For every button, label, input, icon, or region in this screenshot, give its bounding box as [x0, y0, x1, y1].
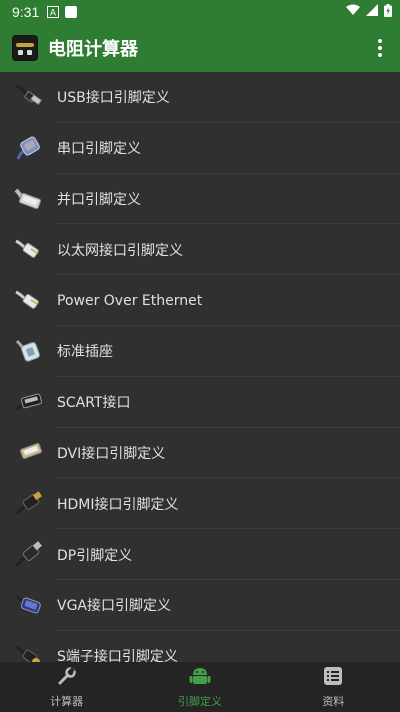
more-vert-icon — [378, 39, 382, 57]
wrench-icon — [57, 666, 77, 690]
list-item-label: 标准插座 — [57, 344, 113, 361]
status-bar: 9:31 A — [0, 0, 400, 24]
svideo-cable-icon — [14, 641, 44, 662]
hdmi-cable-icon — [14, 489, 44, 519]
list-item-socket[interactable]: 标准插座 — [0, 326, 400, 377]
overflow-menu-button[interactable] — [360, 24, 400, 72]
list-item-ethernet[interactable]: 以太网接口引脚定义 — [0, 224, 400, 275]
displayport-cable-icon — [14, 540, 44, 570]
nav-item-label: 引脚定义 — [177, 694, 222, 708]
poe-cable-icon — [14, 286, 44, 316]
list-item-label: DP引脚定义 — [57, 547, 133, 564]
list-item-label: USB接口引脚定义 — [57, 90, 170, 107]
connector-list[interactable]: USB接口引脚定义 串口引脚定义 并口引脚定义 以太网接口引脚定义 Power … — [0, 72, 400, 662]
list-item-usb[interactable]: USB接口引脚定义 — [0, 72, 400, 123]
list-item-label: 串口引脚定义 — [57, 141, 141, 158]
ethernet-cable-icon — [14, 235, 44, 265]
list-item-poe[interactable]: Power Over Ethernet — [0, 275, 400, 326]
list-item-scart[interactable]: SCART接口 — [0, 377, 400, 428]
nav-item-calculator[interactable]: 计算器 — [0, 662, 133, 712]
list-item-vga[interactable]: VGA接口引脚定义 — [0, 580, 400, 631]
list-item-label: HDMI接口引脚定义 — [57, 496, 179, 513]
nav-item-label: 计算器 — [50, 694, 84, 708]
svg-text:A: A — [50, 9, 57, 19]
android-icon — [189, 666, 211, 690]
signal-icon — [366, 4, 378, 20]
list-icon — [323, 666, 343, 690]
list-item-parallel[interactable]: 并口引脚定义 — [0, 174, 400, 225]
list-item-dp[interactable]: DP引脚定义 — [0, 529, 400, 580]
app-logo-icon — [12, 35, 38, 61]
list-item-label: S端子接口引脚定义 — [57, 649, 178, 662]
list-item-svideo[interactable]: S端子接口引脚定义 — [0, 631, 400, 662]
list-item-label: DVI接口引脚定义 — [57, 445, 166, 462]
dvi-cable-icon — [14, 438, 44, 468]
list-item-label: 以太网接口引脚定义 — [57, 242, 183, 259]
list-item-hdmi[interactable]: HDMI接口引脚定义 — [0, 478, 400, 529]
bottom-navigation: 计算器 引脚定义 资料 — [0, 662, 400, 712]
battery-icon — [384, 3, 392, 21]
serial-port-icon — [14, 133, 44, 163]
parallel-port-icon — [14, 184, 44, 214]
list-item-serial[interactable]: 串口引脚定义 — [0, 123, 400, 174]
scart-cable-icon — [14, 387, 44, 417]
list-item-label: 并口引脚定义 — [57, 191, 141, 208]
list-item-dvi[interactable]: DVI接口引脚定义 — [0, 428, 400, 479]
wifi-icon — [346, 4, 360, 20]
usb-cable-icon — [14, 82, 44, 112]
page-title: 电阻计算器 — [48, 39, 138, 60]
nav-item-label: 资料 — [322, 694, 345, 708]
app-bar: 电阻计算器 — [0, 24, 400, 72]
vga-cable-icon — [14, 590, 44, 620]
nav-item-pinout[interactable]: 引脚定义 — [133, 662, 266, 712]
socket-icon — [14, 336, 44, 366]
notification-square-icon — [65, 6, 78, 18]
font-a-icon: A — [47, 6, 60, 19]
list-item-label: VGA接口引脚定义 — [57, 598, 172, 615]
list-item-label: SCART接口 — [57, 395, 131, 412]
nav-item-resources[interactable]: 资料 — [267, 662, 400, 712]
list-item-label: Power Over Ethernet — [57, 292, 203, 309]
status-time: 9:31 — [12, 4, 40, 20]
